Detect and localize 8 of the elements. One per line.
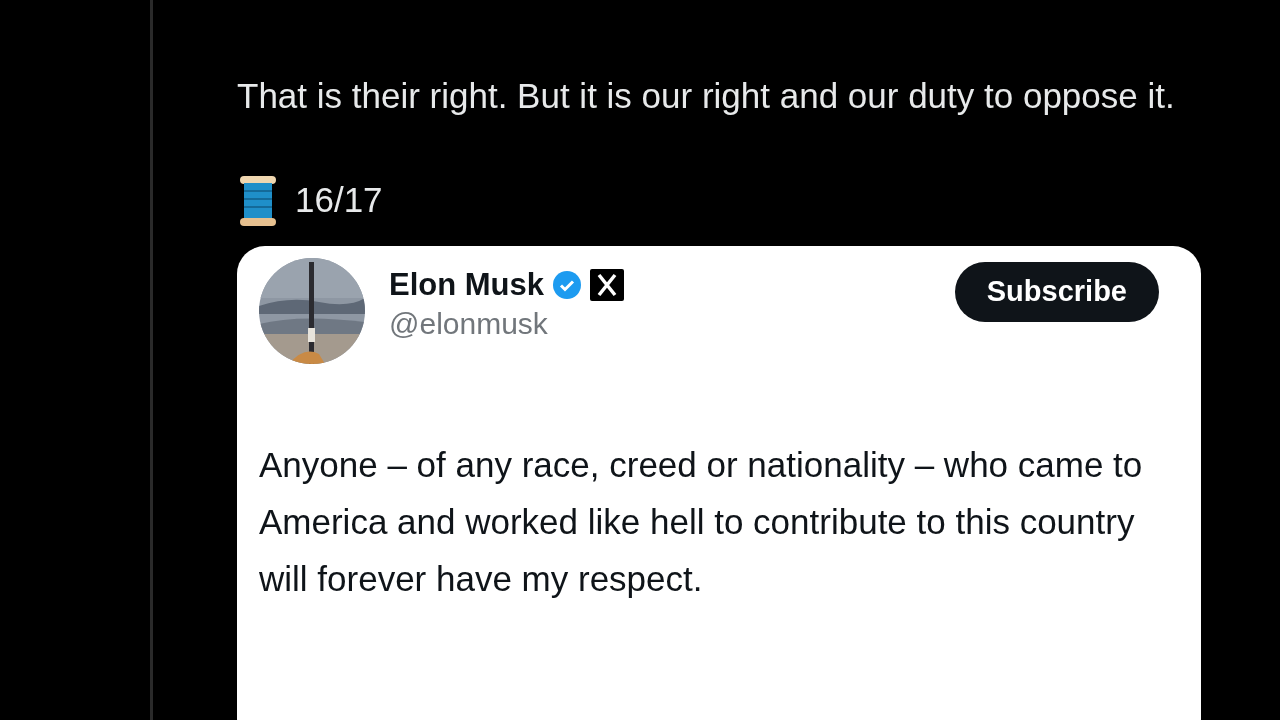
thread-spool-icon xyxy=(237,174,279,227)
author-handle: @elonmusk xyxy=(389,306,549,342)
author-name: Elon Musk xyxy=(389,266,544,304)
post-paragraph: That is their right. But it is our right and our duty to oppose it. xyxy=(237,75,1176,117)
x-logo-icon xyxy=(590,269,624,301)
thread-counter: 16/17 xyxy=(295,179,383,222)
quoted-post-text: Anyone – of any race, creed or nationality – who came to America and worked like hell to contribute to this country will forever have my respect. xyxy=(259,444,1144,600)
subscribe-button[interactable]: Subscribe xyxy=(954,262,1159,322)
